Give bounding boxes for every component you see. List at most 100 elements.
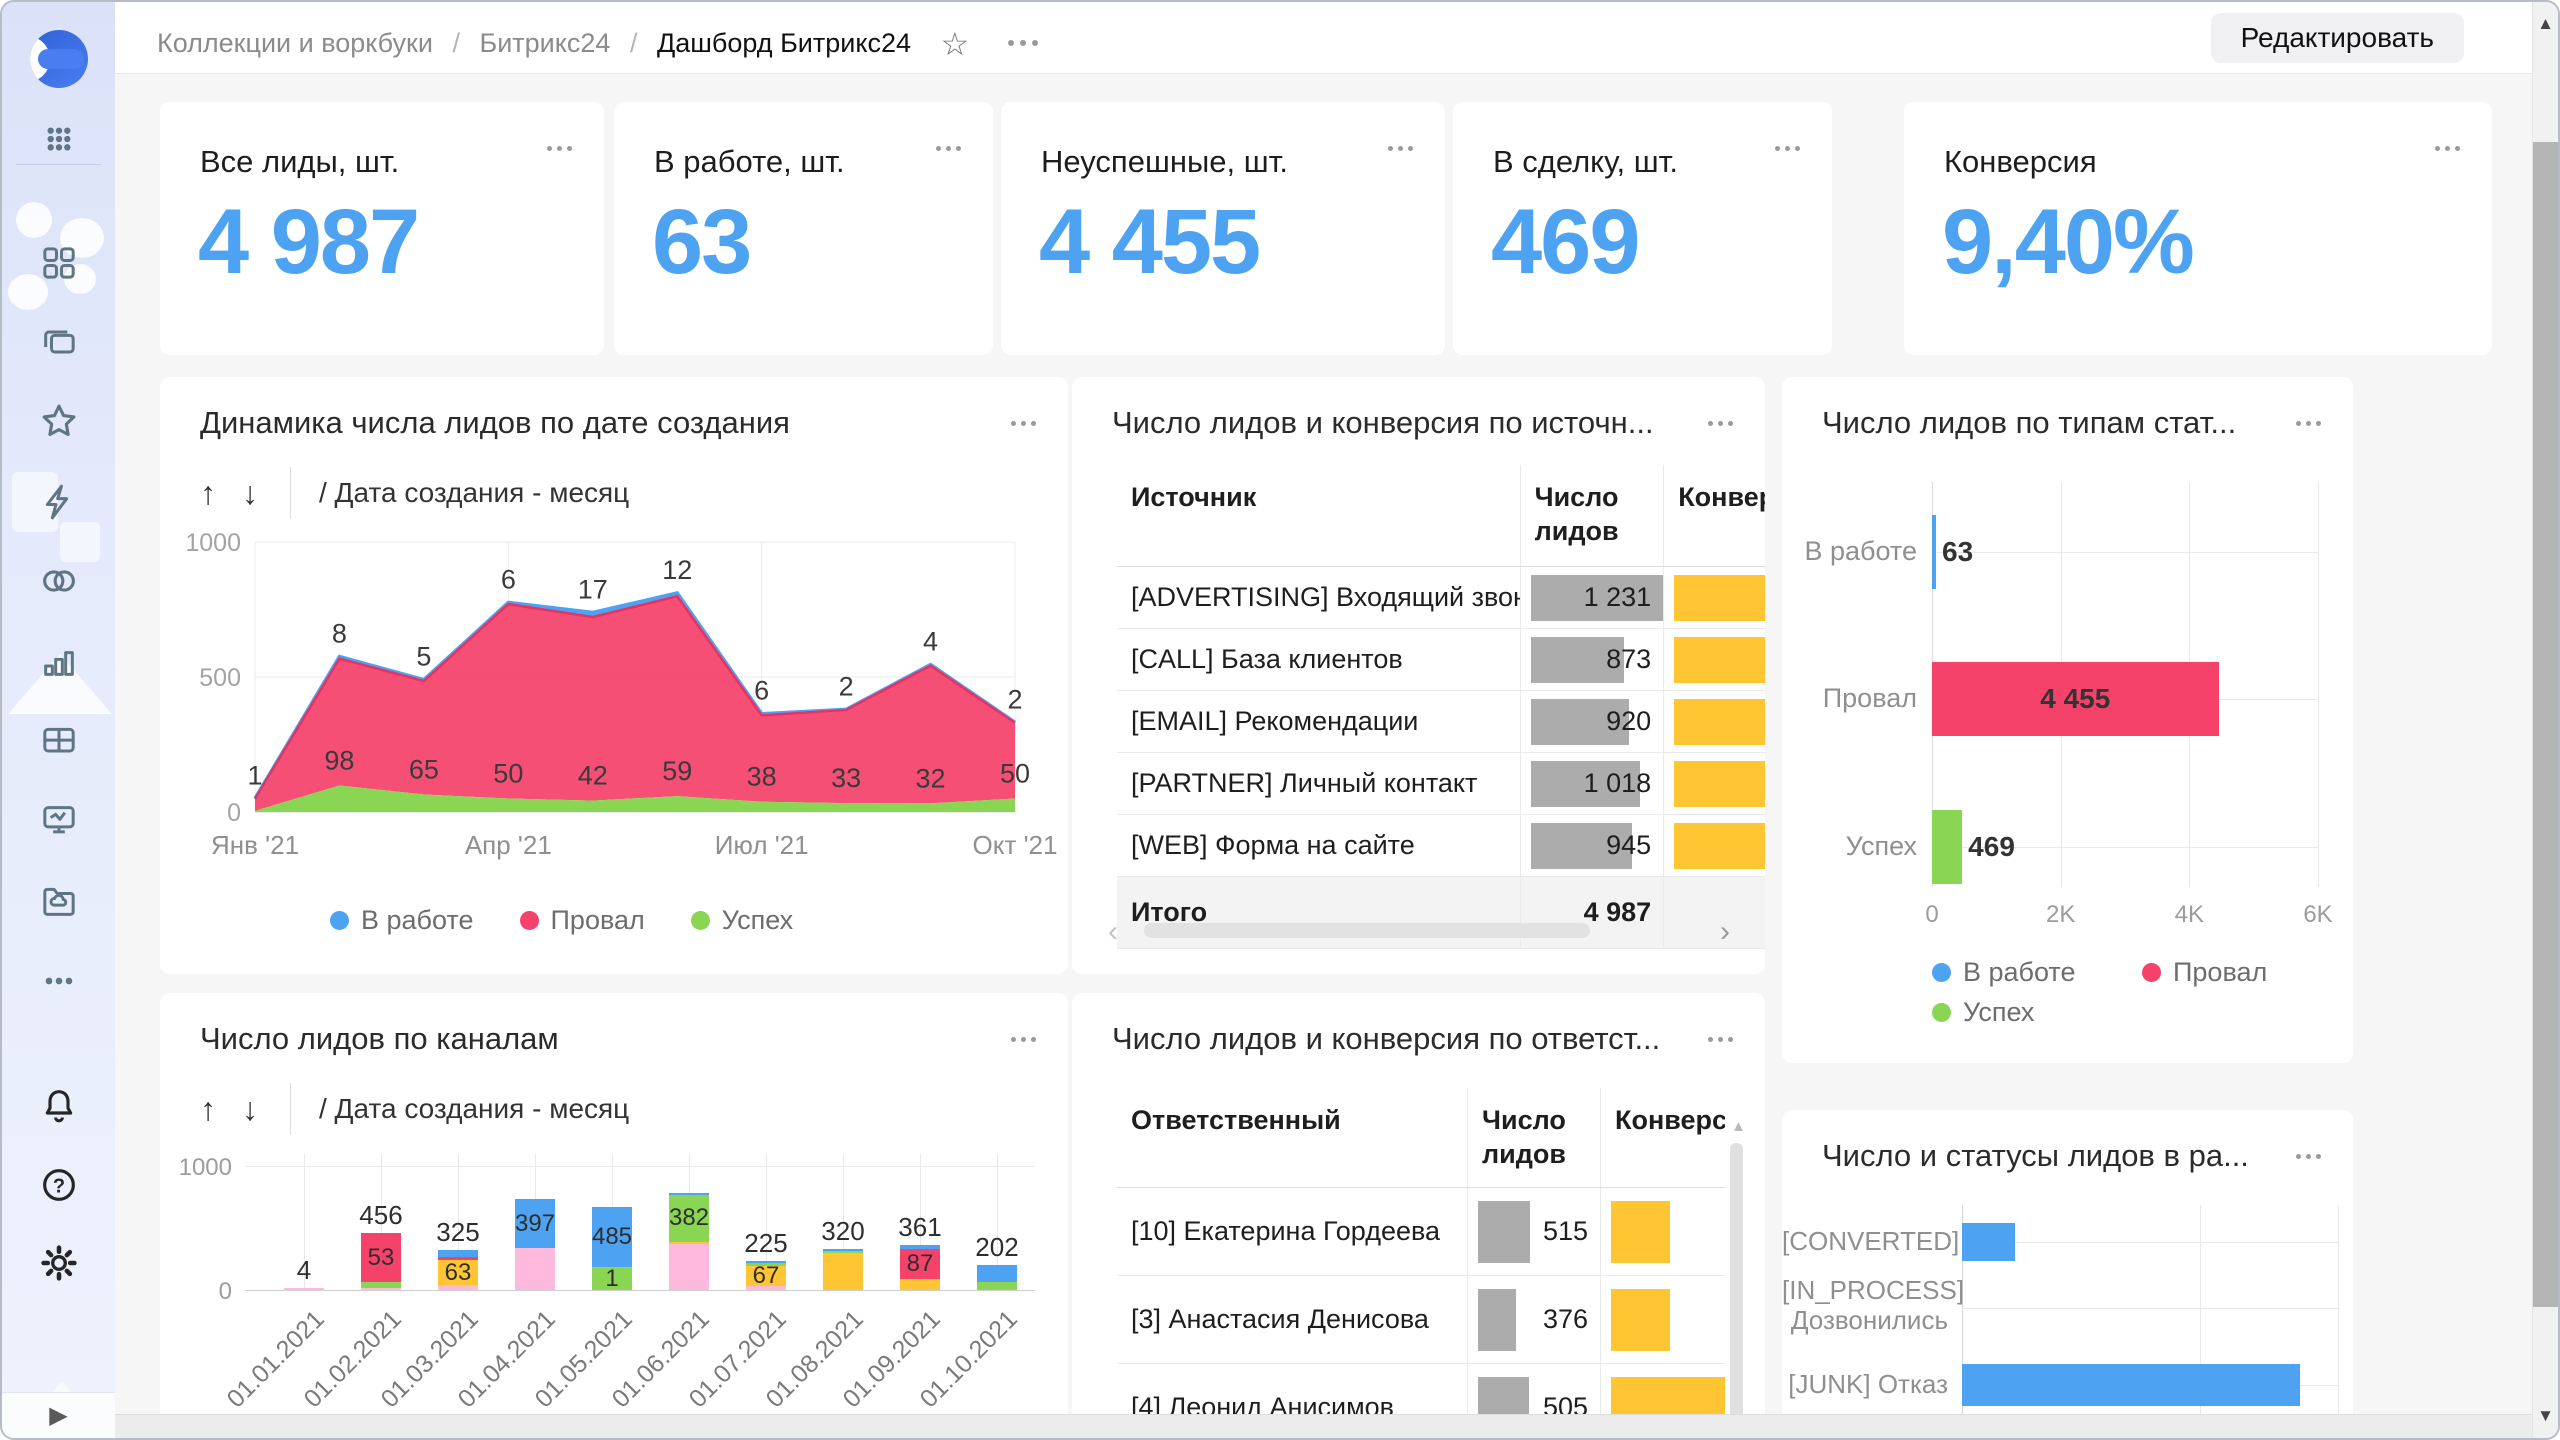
table-row[interactable]: [PARTNER] Личный контакт1 018 [1117,753,1765,815]
settings-gear-icon[interactable] [2,1240,115,1286]
legend-item[interactable]: В работе [1932,957,2076,988]
dashboards-icon[interactable] [2,798,115,844]
notifications-bell-icon[interactable] [2,1082,115,1128]
kpi-title: Все лиды, шт. [200,144,399,180]
bar-segment-pink[interactable] [361,1288,401,1290]
card-menu-icon[interactable] [933,138,963,156]
table-scroll-left-icon[interactable]: ‹ [1108,915,1118,949]
bar-segment-blue[interactable] [900,1245,940,1249]
scrollbar-thumb[interactable] [2533,142,2558,1307]
bar-segment-blue[interactable] [746,1261,786,1263]
table-row[interactable]: [CALL] База клиентов873 [1117,629,1765,691]
legend-item[interactable]: В работе [330,905,474,936]
datalens-logo[interactable] [30,30,88,88]
bar-segment-pink[interactable] [284,1288,324,1290]
bar-segment-pink[interactable] [515,1248,555,1290]
storage-folder-icon[interactable] [2,878,115,924]
favorites-star-icon[interactable] [2,398,115,444]
sidebar-expand-button[interactable]: ▶ [2,1392,115,1438]
leads-cell: 1 018 [1520,753,1664,814]
tables-icon[interactable] [2,718,115,764]
table-row[interactable]: [ADVERTISING] Входящий звонок1 231 [1117,567,1765,629]
widgets-icon[interactable] [2,240,115,286]
bar-segment-yellow[interactable] [900,1279,940,1290]
column-header[interactable]: Конверсия [1663,465,1765,566]
bar-segment-green[interactable] [746,1263,786,1266]
card-menu-icon[interactable] [2293,1146,2323,1164]
column-header[interactable]: Конверсия [1600,1088,1725,1187]
table-scroll-right-icon[interactable]: › [1720,915,1730,949]
card-menu-icon[interactable] [1385,138,1415,156]
bar[interactable] [1962,1364,2300,1406]
table-row[interactable]: [3] Анастасия Денисова376 [1117,1276,1725,1364]
scroll-up-icon[interactable]: ▲ [2533,14,2558,34]
breadcrumb-collections[interactable]: Коллекции и воркбуки [157,28,433,58]
column-header[interactable]: Число лидов [1520,465,1664,566]
card-menu-icon[interactable] [544,138,574,156]
bar-segment-blue[interactable] [977,1265,1017,1282]
table-row[interactable]: [WEB] Форма на сайте945 [1117,815,1765,877]
connections-icon[interactable] [2,558,115,604]
chart-title: Число лидов и конверсия по ответст... [1112,1021,1660,1057]
bar-segment-yellow[interactable] [823,1253,863,1290]
bar-total-label: 361 [880,1212,960,1243]
table-row[interactable]: [EMAIL] Рекомендации920 [1117,691,1765,753]
charts-icon[interactable] [2,638,115,684]
sort-desc-icon[interactable]: ↓ [242,1091,258,1128]
card-menu-icon[interactable] [1008,413,1038,431]
card-menu-icon[interactable] [2432,138,2462,156]
legend-item[interactable]: Успех [691,905,793,936]
column-header[interactable]: Число лидов [1467,1088,1600,1187]
table-scroll-up-icon[interactable]: ▲ [1731,1118,1746,1135]
page-scrollbar[interactable]: ▲ ▼ [2532,2,2558,1438]
drill-breadcrumb[interactable]: / Дата создания - месяц [319,477,629,509]
bar-segment-blue[interactable] [669,1193,709,1195]
bar-segment-blue[interactable] [438,1250,478,1257]
page-bottom-strip [115,1414,2532,1438]
bar-segment-blue[interactable] [823,1249,863,1251]
quick-actions-icon[interactable] [2,479,115,525]
favorite-star-icon[interactable]: ☆ [941,25,970,63]
legend-item[interactable]: Провал [520,905,645,936]
sort-asc-icon[interactable]: ↑ [200,1091,216,1128]
legend-item[interactable]: Успех [1932,997,2034,1028]
bar-segment-red[interactable] [438,1257,478,1260]
more-icon[interactable] [2,958,115,1004]
leads-value: 873 [1606,644,1651,675]
table-hscrollbar-thumb[interactable] [1144,923,1590,938]
help-icon[interactable]: ? [2,1162,115,1208]
bar-segment-green[interactable] [361,1282,401,1288]
bar-segment-yellow[interactable] [669,1242,709,1244]
collections-icon[interactable] [2,319,115,365]
bar[interactable] [1962,1223,2015,1261]
legend-item[interactable]: Провал [2142,957,2267,988]
bar-segment-green[interactable] [977,1282,1017,1290]
column-header[interactable]: Ответственный [1117,1088,1467,1187]
card-menu-icon[interactable] [2293,413,2323,431]
card-menu-icon[interactable] [1705,413,1735,431]
x-tick-label: 4K [2159,901,2219,929]
card-menu-icon[interactable] [1772,138,1802,156]
bar-segment-green[interactable] [823,1251,863,1253]
sort-asc-icon[interactable]: ↑ [200,475,216,512]
bar[interactable] [1932,810,1962,884]
bar[interactable] [1932,515,1936,589]
breadcrumb-workbook[interactable]: Битрикс24 [480,28,611,58]
scroll-down-icon[interactable]: ▼ [2533,1406,2558,1426]
apps-grid-icon[interactable] [2,116,115,162]
page-menu-icon[interactable] [1005,22,1041,53]
card-menu-icon[interactable] [1008,1029,1038,1047]
column-header[interactable]: Источник [1117,465,1520,566]
card-menu-icon[interactable] [1705,1029,1735,1047]
sort-desc-icon[interactable]: ↓ [242,475,258,512]
table-vscrollbar-thumb[interactable] [1730,1143,1743,1433]
edit-button[interactable]: Редактировать [2211,13,2464,63]
table-row[interactable]: [10] Екатерина Гордеева515 [1117,1188,1725,1276]
bar-segment-pink[interactable] [669,1244,709,1290]
kpi-value: 4 455 [1039,190,1259,295]
segment-label: 53 [351,1244,411,1272]
legend-dot [1932,1003,1951,1022]
leads-cell: 945 [1520,815,1664,876]
drill-breadcrumb[interactable]: / Дата создания - месяц [319,1093,629,1125]
dynamics-chart-card: Динамика числа лидов по дате создания ↑ … [160,377,1068,974]
